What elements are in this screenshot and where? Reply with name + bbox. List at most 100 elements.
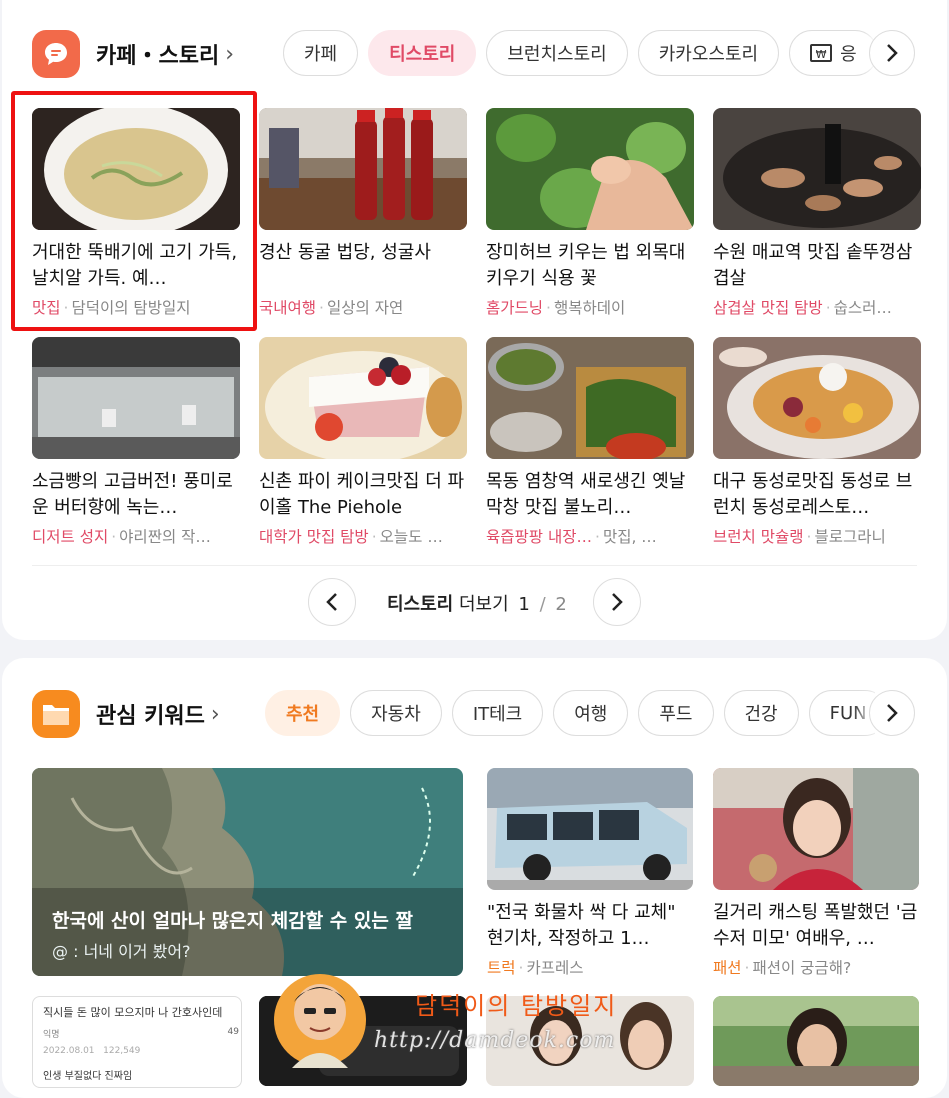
item-thumbnail <box>486 337 694 459</box>
item-category: 육즙팡팡 내장… <box>486 528 592 546</box>
tab-recommended[interactable]: 추천 <box>265 690 341 736</box>
pager-total: 2 <box>555 594 567 615</box>
item-title: 신촌 파이 케이크맛집 더 파이홀 The Piehole <box>259 471 465 518</box>
section-title: 관심 키워드 <box>96 704 205 729</box>
item-source: 패션이 궁금해? <box>752 959 852 977</box>
chevron-right-icon: › <box>210 701 220 727</box>
story-item[interactable]: 경산 동굴 법당, 성굴사 국내여행 · 일상의 자연 <box>259 108 467 318</box>
item-source: 숩스러… <box>833 299 892 317</box>
keyword-item[interactable] <box>259 996 467 1086</box>
feature-title: 한국에 산이 얼마나 많은지 체감할 수 있는 짤 <box>52 910 413 932</box>
item-source: 블로그라니 <box>814 528 886 546</box>
item-title: 길거리 캐스팅 폭발했던 '금수저 미모' 여배우, … <box>713 902 918 949</box>
item-source: 맛집, … <box>602 528 657 546</box>
chevron-left-icon <box>326 593 337 611</box>
preview-line: 인생 부질없다 진짜임 <box>43 1071 133 1082</box>
item-title: 목동 염창역 새로생긴 옛날막창 맛집 불노리… <box>486 471 686 518</box>
tab-cafe[interactable]: 카페 <box>283 30 359 76</box>
tab-fun[interactable]: FUN <box>808 690 875 736</box>
item-thumbnail <box>713 768 919 890</box>
item-meta: 맛집 · 담덕이의 탐방일지 <box>32 299 191 317</box>
item-source: 오늘도 … <box>379 528 443 546</box>
tab-it-tech[interactable]: IT테크 <box>451 690 544 736</box>
tab-travel[interactable]: 여행 <box>553 690 629 736</box>
item-category: 브런치 맛슐랭 <box>713 528 804 546</box>
story-item[interactable]: 소금빵의 고급버전! 풍미로운 버터향에 녹는… 디저트 성지 · 야리짠의 작… <box>32 337 240 547</box>
next-page-button[interactable] <box>593 578 641 626</box>
item-thumbnail <box>259 337 467 459</box>
item-category: 패션 <box>713 959 742 977</box>
tab-tistory[interactable]: 티스토리 <box>368 30 477 76</box>
story-item[interactable]: 수원 매교역 맛집 솥뚜껑삼겹살 삼겹살 맛집 탐방 · 숩스러… <box>713 108 921 318</box>
item-category: 트럭 <box>487 959 516 977</box>
pager-more: 더보기 <box>458 594 509 615</box>
tab-kakao-story[interactable]: 카카오스토리 <box>637 30 780 76</box>
item-category: 국내여행 <box>259 299 317 317</box>
pager-label: 티스토리 <box>387 594 454 615</box>
item-meta: 삼겹살 맛집 탐방 · 숩스러… <box>713 299 892 317</box>
interest-keyword-section: 관심 키워드 › 추천 자동차 IT테크 여행 푸드 건강 FUN 한국에 산이… <box>2 658 947 1098</box>
item-thumbnail <box>32 108 240 230</box>
tab-brunch-story[interactable]: 브런치스토리 <box>486 30 628 76</box>
item-meta: 국내여행 · 일상의 자연 <box>259 299 404 317</box>
item-meta: 디저트 성지 · 야리짠의 작… <box>32 528 211 546</box>
item-category: 맛집 <box>32 299 61 317</box>
pager-text: 티스토리 더보기 1 / 2 <box>387 594 567 615</box>
divider <box>32 565 917 566</box>
item-category: 디저트 성지 <box>32 528 109 546</box>
preview-date: 2022.08.01 <box>43 1046 95 1056</box>
story-item[interactable]: 거대한 뚝배기에 고기 가득, 날치알 가득. 예… 맛집 · 담덕이의 탐방일지 <box>32 108 240 318</box>
item-category: 대학가 맛집 탐방 <box>259 528 369 546</box>
folder-icon <box>32 690 80 738</box>
story-tabs: 카페 티스토리 브런치스토리 카카오스토리 ₩ 응 <box>283 30 883 76</box>
story-item[interactable]: 장미허브 키우는 법 외목대 키우기 식용 꽃 홈가드닝 · 행복하데이 <box>486 108 694 318</box>
story-item[interactable]: 목동 염창역 새로생긴 옛날막창 맛집 불노리… 육즙팡팡 내장… · 맛집, … <box>486 337 694 547</box>
item-category: 홈가드닝 <box>486 299 544 317</box>
item-thumbnail <box>486 996 694 1086</box>
item-meta: 트럭 · 카프레스 <box>487 959 584 977</box>
item-title: 장미허브 키우는 법 외목대 키우기 식용 꽃 <box>486 242 686 289</box>
keyword-tabs: 추천 자동차 IT테크 여행 푸드 건강 FUN <box>265 690 875 736</box>
ticket-icon: ₩ <box>810 44 833 62</box>
section-title: 카페・스토리 <box>96 44 220 69</box>
tabs-next-button[interactable] <box>869 30 915 76</box>
interest-keyword-header[interactable]: 관심 키워드 › <box>32 688 220 740</box>
tabs-next-button[interactable] <box>869 690 915 736</box>
story-item[interactable]: 대구 동성로맛집 동성로 브런치 동성로레스토… 브런치 맛슐랭 · 블로그라니 <box>713 337 921 547</box>
item-source: 야리짠의 작… <box>119 528 211 546</box>
item-thumbnail <box>486 108 694 230</box>
preview-views: 122,549 <box>103 1046 141 1056</box>
tab-more-label: 응 <box>840 44 857 65</box>
chevron-right-icon <box>887 704 898 722</box>
item-thumbnail <box>259 108 467 230</box>
prev-page-button[interactable] <box>308 578 356 626</box>
keyword-item[interactable]: "전국 화물차 싹 다 교체" 현기차, 작정하고 1… 트럭 · 카프레스 <box>487 768 693 978</box>
pager: 티스토리 더보기 1 / 2 <box>2 578 947 628</box>
item-meta: 육즙팡팡 내장… · 맛집, … <box>486 528 657 546</box>
tab-more[interactable]: ₩ 응 <box>789 30 878 76</box>
item-thumbnail <box>32 337 240 459</box>
keyword-item[interactable]: 길거리 캐스팅 폭발했던 '금수저 미모' 여배우, … 패션 · 패션이 궁금해? <box>713 768 919 978</box>
keyword-item[interactable]: 직시들 돈 많이 모으지마 나 간호사인데 익명 2022.08.01 122,… <box>32 996 242 1088</box>
cafe-story-header[interactable]: 카페・스토리 › <box>32 28 234 80</box>
tab-health[interactable]: 건강 <box>723 690 799 736</box>
item-title: 수원 매교역 맛집 솥뚜껑삼겹살 <box>713 242 913 289</box>
item-source: 카프레스 <box>526 959 584 977</box>
feature-subtitle: @ : 너네 이거 봤어? <box>52 942 191 961</box>
keyword-item[interactable] <box>486 996 694 1086</box>
item-thumbnail <box>259 996 467 1086</box>
chevron-right-icon <box>612 593 623 611</box>
item-meta: 패션 · 패션이 궁금해? <box>713 959 852 977</box>
item-thumbnail <box>713 996 919 1086</box>
item-meta: 브런치 맛슐랭 · 블로그라니 <box>713 528 886 546</box>
chat-bubble-icon <box>32 30 80 78</box>
feature-card[interactable]: 한국에 산이 얼마나 많은지 체감할 수 있는 짤 @ : 너네 이거 봤어? <box>32 768 463 976</box>
item-meta: 대학가 맛집 탐방 · 오늘도 … <box>259 528 443 546</box>
post-preview: 직시들 돈 많이 모으지마 나 간호사인데 익명 2022.08.01 122,… <box>33 997 241 1087</box>
tab-food[interactable]: 푸드 <box>638 690 714 736</box>
tab-car[interactable]: 자동차 <box>350 690 442 736</box>
cafe-story-section: 카페・스토리 › 카페 티스토리 브런치스토리 카카오스토리 ₩ 응 거대한 뚝… <box>2 0 947 640</box>
story-item[interactable]: 신촌 파이 케이크맛집 더 파이홀 The Piehole 대학가 맛집 탐방 ·… <box>259 337 467 547</box>
item-title: 대구 동성로맛집 동성로 브런치 동성로레스토… <box>713 471 913 518</box>
keyword-item[interactable] <box>713 996 919 1086</box>
